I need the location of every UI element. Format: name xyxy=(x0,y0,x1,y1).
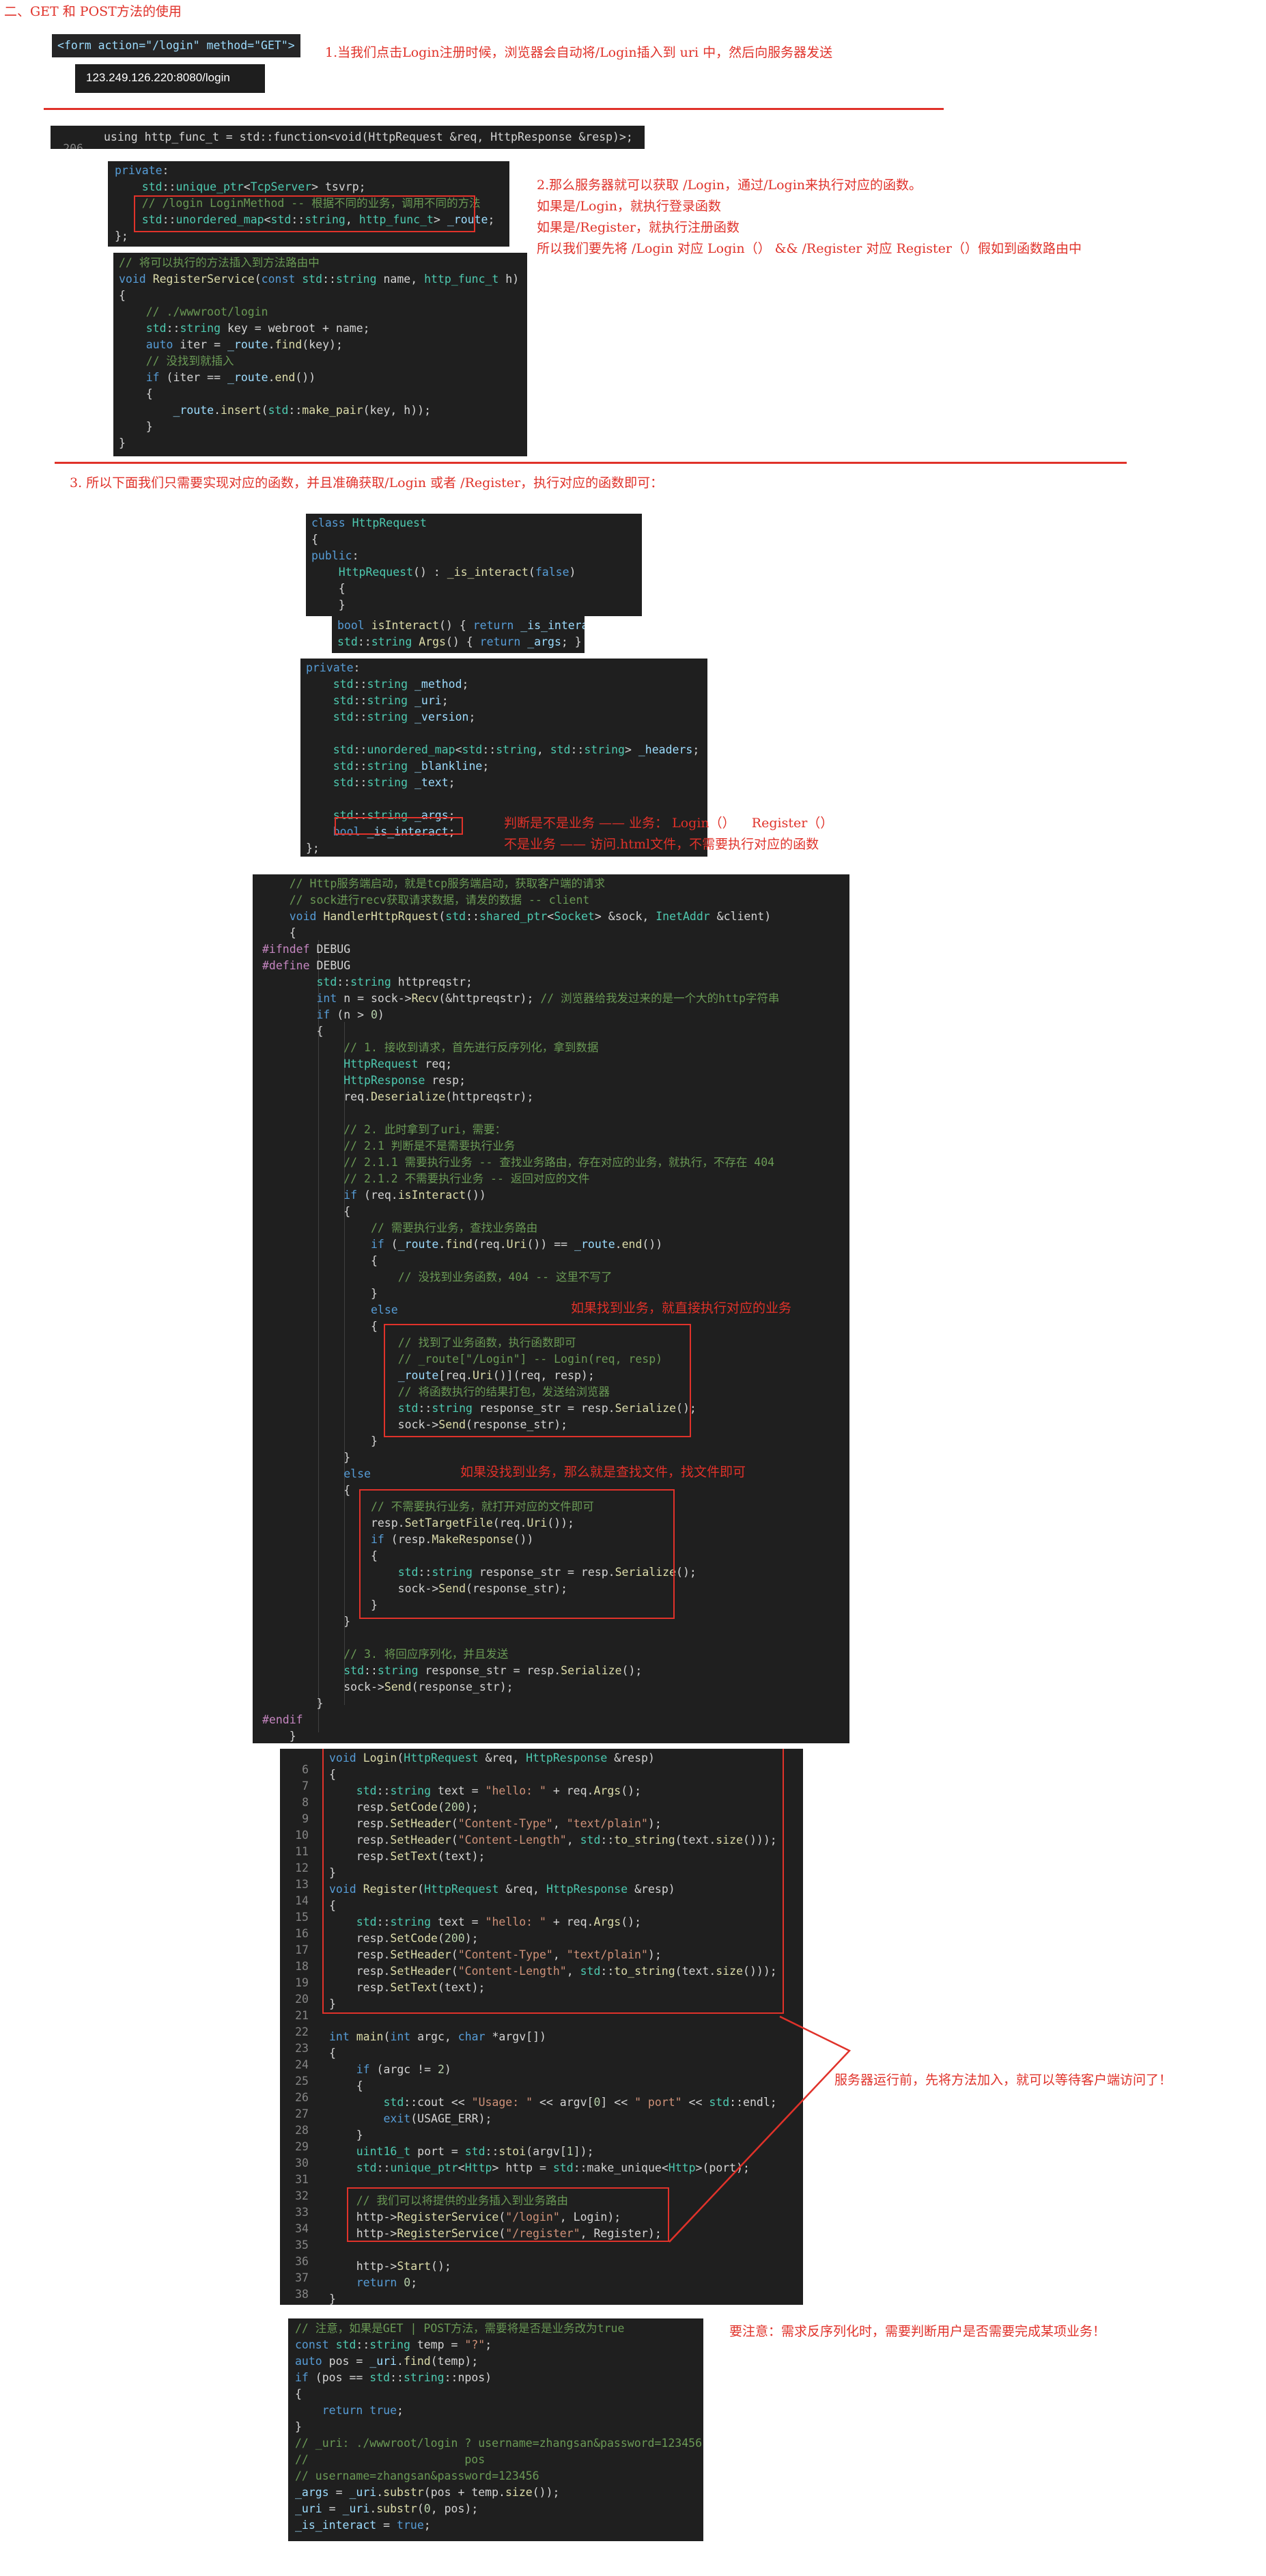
route-highlight-box xyxy=(134,195,475,232)
note-8: 要注意：需求反序列化时，需要判断用户是否需要完成某项业务！ xyxy=(729,2324,1106,2339)
service-functions-box xyxy=(322,1749,784,2014)
args-panel: // 注意，如果是GET | POST方法，需要将是否是业务改为true con… xyxy=(288,2318,703,2541)
class-panel: class HttpRequest { public: HttpRequest(… xyxy=(306,514,642,616)
note-3: 3. 所以下面我们只需要实现对应的函数，并且准确获取/Login 或者 /Reg… xyxy=(70,475,664,490)
using-line-number: 206 xyxy=(63,141,83,150)
main-line-numbers: 6 7 8 9 10 11 12 13 14 15 16 17 18 19 20… xyxy=(295,1762,309,2305)
args-code: // 注意，如果是GET | POST方法，需要将是否是业务改为true con… xyxy=(295,2322,703,2532)
form-code: <form action="/login" method="GET"> xyxy=(57,39,295,52)
route-member-panel: private: std::unique_ptr<TcpServer> tsvr… xyxy=(108,161,509,247)
note-5: 如果找到业务，就直接执行对应的业务 xyxy=(571,1301,792,1316)
divider-1 xyxy=(44,108,944,110)
note-2: 2.那么服务器就可以获取 /Login，通过/Login来执行对应的函数。 如果… xyxy=(537,178,1082,256)
url-text: 123.249.126.220:8080/login xyxy=(86,71,230,84)
using-line-code: using http_func_t = std::function<void(H… xyxy=(104,130,633,143)
file-branch-box xyxy=(359,1489,675,1619)
main-panel: 6 7 8 9 10 11 12 13 14 15 16 17 18 19 20… xyxy=(280,1749,803,2305)
methods-panel: bool isInteract() { return _is_interact;… xyxy=(332,616,585,653)
found-business-box xyxy=(384,1324,691,1437)
register-service-code: // 将可以执行的方法插入到方法路由中 void RegisterService… xyxy=(119,256,520,449)
note-7: 服务器运行前，先将方法加入，就可以等待客户端访问了！ xyxy=(834,2073,1172,2088)
is-interact-highlight-box xyxy=(335,817,463,835)
methods-code: bool isInteract() { return _is_interact;… xyxy=(337,619,585,648)
register-calls-box xyxy=(347,2187,669,2242)
class-code: class HttpRequest { public: HttpRequest(… xyxy=(311,516,576,611)
register-service-panel: // 将可以执行的方法插入到方法路由中 void RegisterService… xyxy=(113,253,527,456)
divider-2 xyxy=(55,462,1127,464)
section-title: 二、GET 和 POST方法的使用 xyxy=(4,4,182,19)
note-1: 1.当我们点击Login注册时候，浏览器会自动将/Login插入到 uri 中，… xyxy=(325,45,833,60)
form-snippet: <form action="/login" method="GET"> xyxy=(52,34,300,57)
note-4: 判断是不是业务 —— 业务： Login（） Register（） 不是业务 —… xyxy=(504,816,834,852)
using-line-panel: 206 using http_func_t = std::function<vo… xyxy=(51,126,645,149)
url-bar: 123.249.126.220:8080/login xyxy=(75,64,265,93)
note-6: 如果没找到业务，那么就是查找文件，找文件即可 xyxy=(460,1465,746,1480)
